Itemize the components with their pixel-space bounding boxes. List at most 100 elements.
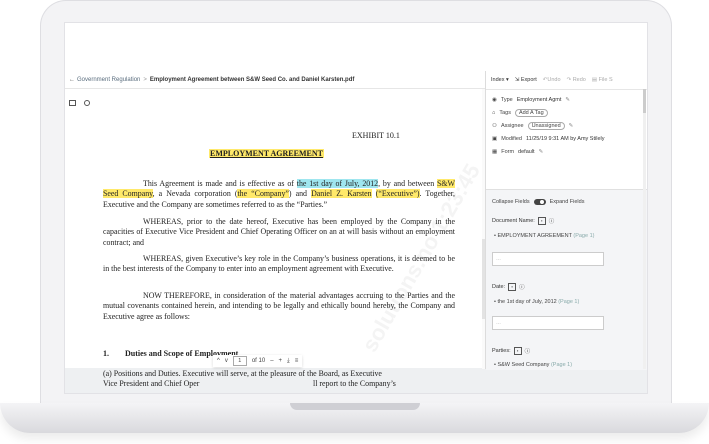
bullet-icon: • xyxy=(494,362,496,368)
meta-type-key: Type xyxy=(500,96,513,103)
meta-modified-value: 11/25/19 9:31 AM by Amy Stilely xyxy=(526,135,605,142)
exhibit-label: EXHIBIT 10.1 xyxy=(352,131,400,140)
parties-page: (Page 1) xyxy=(550,362,573,368)
field-date-input[interactable]: … xyxy=(492,316,604,330)
breadcrumb-current: Employment Agreement between S&W Seed Co… xyxy=(149,76,355,83)
info-icon[interactable]: ⓘ xyxy=(549,217,555,225)
export-icon: ⇲ xyxy=(514,77,520,83)
zoom-out-button[interactable]: – xyxy=(270,358,273,364)
breadcrumb-parent[interactable]: Government Regulation xyxy=(77,77,140,83)
highlight-party2[interactable]: Daniel Z. Karsten xyxy=(311,189,372,199)
pencil-icon[interactable]: ✎ xyxy=(539,149,544,155)
fields-toggle-row: Collapse Fields Expand Fields xyxy=(492,199,584,205)
paragraph-intro: This Agreement is made and is effective … xyxy=(103,179,455,210)
menu-icon[interactable]: ≡ xyxy=(295,358,299,364)
field-parties-label: Parties: ▪ ⓘ xyxy=(492,347,530,355)
laptop-notch xyxy=(290,403,420,410)
paragraph-positions: (a) Positions and Duties. Executive will… xyxy=(103,369,382,378)
info-icon[interactable]: ⓘ xyxy=(525,347,531,355)
metadata-panel: ◉ Type Employment Agmt ✎ ⌂ Tags Add A Ta… xyxy=(486,90,647,161)
breadcrumb: ← Government Regulation > Employment Agr… xyxy=(65,71,485,89)
pencil-icon[interactable]: ✎ xyxy=(565,97,570,103)
back-arrow-icon[interactable]: ← xyxy=(69,77,75,83)
paragraph-whereas-1: WHEREAS, prior to the date hereof, Execu… xyxy=(103,217,455,247)
panel-scrollbar[interactable] xyxy=(643,89,646,369)
highlight-executive[interactable]: (“Executive”) xyxy=(375,189,420,199)
panel-toolbar: Index ▾ ⇲ Export ↶Undo ↷ Redo ▤ File S xyxy=(486,71,647,90)
field-type-icon: ▪ xyxy=(513,347,522,355)
layout-icon[interactable] xyxy=(67,98,77,108)
undo-button[interactable]: ↶Undo xyxy=(543,77,561,83)
index-dropdown[interactable]: Index ▾ xyxy=(491,77,509,83)
parties-value-text: S&W Seed Company xyxy=(497,362,550,368)
redo-label: Redo xyxy=(572,77,586,83)
viewer-tools xyxy=(67,98,92,108)
intro-text: , a Nevada corporation ( xyxy=(152,189,238,199)
laptop-base xyxy=(0,403,709,433)
toggle-icon[interactable] xyxy=(533,199,546,205)
field-document-name-value[interactable]: • EMPLOYMENT AGREEMENT (Page 1) xyxy=(494,233,594,239)
file-button[interactable]: ▤ File S xyxy=(592,77,613,83)
file-icon: ▤ xyxy=(591,77,598,83)
expand-fields-label[interactable]: Expand Fields xyxy=(550,199,585,205)
date-page: (Page 1) xyxy=(558,299,580,305)
section-number: 1. xyxy=(103,349,109,358)
paragraph-whereas-2: WHEREAS, given Executive’s key role in t… xyxy=(103,254,455,274)
meta-form-key: Form xyxy=(501,148,515,155)
file-label: File S xyxy=(598,77,613,83)
parties-label-text: Parties: xyxy=(492,348,511,354)
redo-icon: ↷ xyxy=(566,77,572,83)
pencil-icon[interactable]: ✎ xyxy=(569,123,574,129)
bullet-icon: • xyxy=(494,233,496,239)
meta-type-row: ◉ Type Employment Agmt ✎ xyxy=(492,93,641,106)
meta-modified-row: ▣ Modified 11/25/19 9:31 AM by Amy Stile… xyxy=(492,132,641,145)
collapse-fields-label[interactable]: Collapse Fields xyxy=(492,199,530,205)
date-value-text: the 1st day of July, 2012 xyxy=(497,299,557,305)
positions-text-left: Vice President and Chief Oper xyxy=(103,379,200,388)
right-panel: Index ▾ ⇲ Export ↶Undo ↷ Redo ▤ File S ◉… xyxy=(486,71,647,370)
search-icon[interactable] xyxy=(82,98,92,108)
undo-label: Undo xyxy=(547,77,561,83)
zoom-in-button[interactable]: + xyxy=(279,358,283,364)
meta-type-value: Employment Agmt xyxy=(516,96,562,103)
page-number-input[interactable]: 1 xyxy=(232,356,247,366)
highlight-company[interactable]: the “Company” xyxy=(237,189,289,199)
meta-assignee-key: Assignee xyxy=(500,122,524,129)
export-label: Export xyxy=(520,77,537,83)
calendar-icon: ▣ xyxy=(492,135,498,142)
field-type-icon: ▪ xyxy=(508,283,517,291)
redo-button[interactable]: ↷ Redo xyxy=(567,77,586,83)
field-type-icon: ▪ xyxy=(537,217,546,225)
tag-icon: ⌂ xyxy=(492,109,496,116)
panel-scroll-thumb[interactable] xyxy=(643,89,646,113)
intro-text: ) and xyxy=(288,189,312,199)
field-document-name-label: Document Name: ▪ ⓘ xyxy=(492,217,554,225)
export-button[interactable]: ⇲ Export xyxy=(515,77,537,83)
prev-page-button[interactable]: ^ xyxy=(217,358,220,364)
meta-tags-key: Tags xyxy=(499,109,511,116)
field-parties-value[interactable]: • S&W Seed Company (Page 1) xyxy=(494,362,572,368)
meta-modified-key: Modified xyxy=(501,135,522,142)
meta-form-value: default xyxy=(518,148,535,155)
meta-assignee-row: ⚇ Assignee Unassigned ✎ xyxy=(492,119,641,132)
field-document-name-input[interactable]: … xyxy=(492,252,604,266)
highlight-date[interactable]: the 1st day of July, 2012 xyxy=(296,179,379,188)
field-date-value[interactable]: • the 1st day of July, 2012 (Page 1) xyxy=(494,299,579,305)
intro-text: , by and between xyxy=(378,179,438,188)
field-date-label: Date: ▪ ⓘ xyxy=(492,283,525,291)
add-tag-button[interactable]: Add A Tag xyxy=(514,108,548,117)
info-icon[interactable]: ⓘ xyxy=(519,283,525,291)
user-icon: ⚇ xyxy=(492,122,497,129)
positions-text-right: ll report to the Company’s xyxy=(313,379,396,388)
assignee-button[interactable]: Unassigned xyxy=(527,121,565,130)
next-page-button[interactable]: v xyxy=(225,358,228,364)
fields-panel: Collapse Fields Expand Fields Document N… xyxy=(486,189,647,370)
form-icon: ▦ xyxy=(492,148,498,155)
screen: ← Government Regulation > Employment Agr… xyxy=(64,22,648,394)
type-icon: ◉ xyxy=(492,96,497,103)
breadcrumb-separator: > xyxy=(143,76,147,83)
date-label-text: Date: xyxy=(492,284,506,290)
download-icon[interactable]: ⤓ xyxy=(287,358,290,365)
doc-name-page: (Page 1) xyxy=(573,233,595,239)
doc-name-value-text: EMPLOYMENT AGREEMENT xyxy=(497,233,572,239)
